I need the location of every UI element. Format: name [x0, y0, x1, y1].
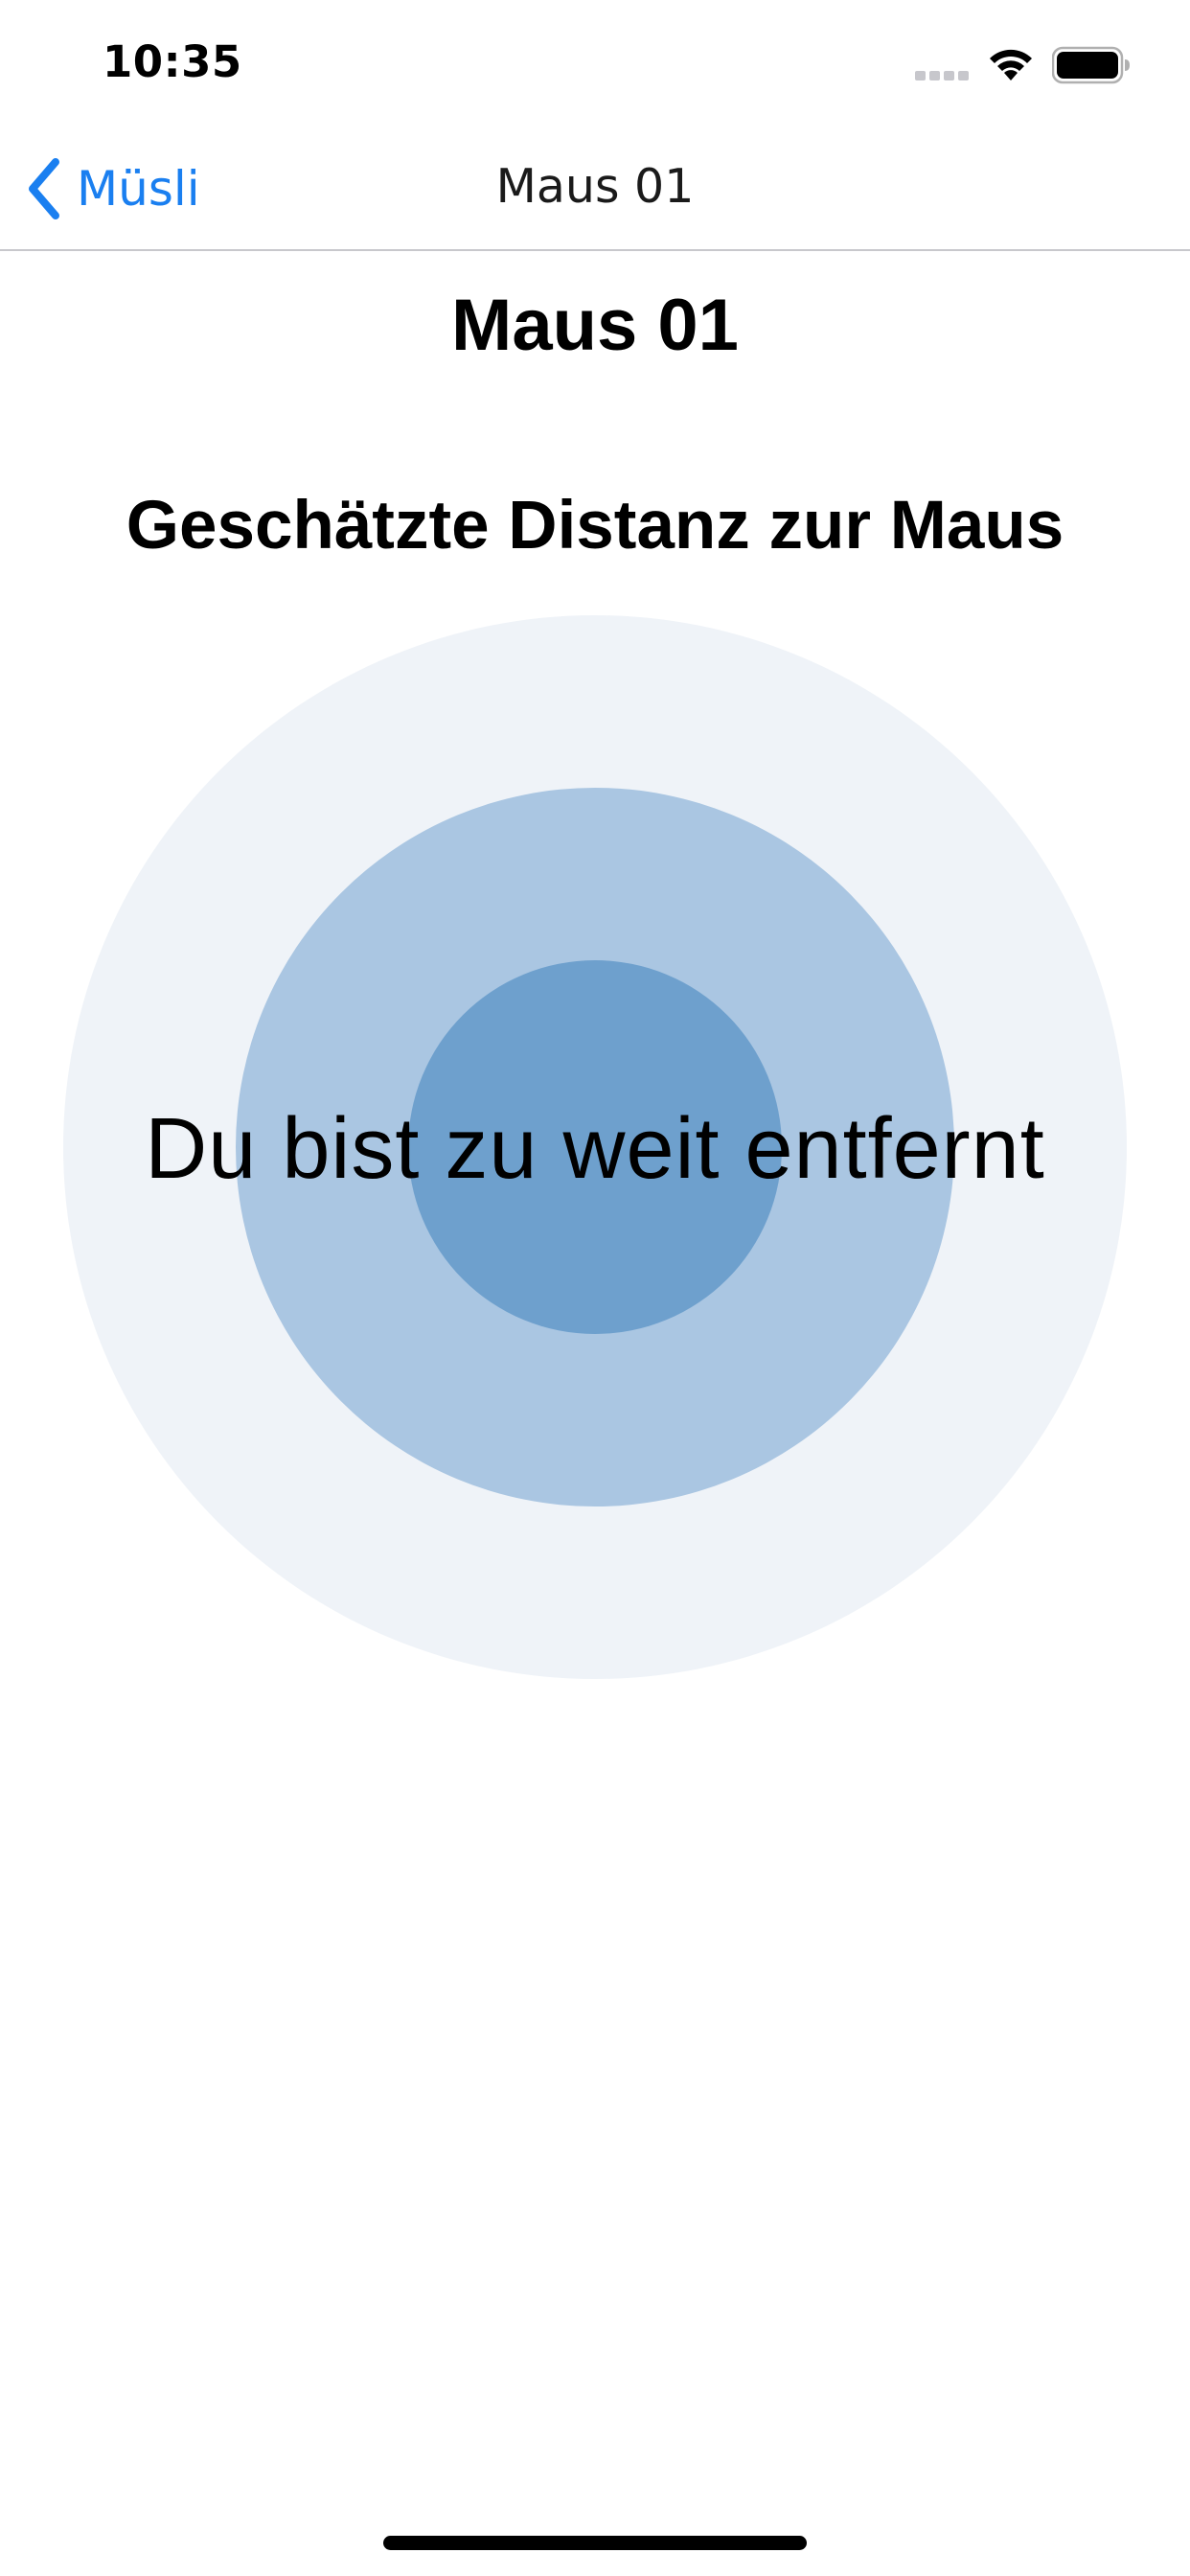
navigation-bar: Müsli Maus 01 — [0, 126, 1190, 251]
distance-heading: Geschätzte Distanz zur Maus — [126, 488, 1064, 564]
nav-title: Maus 01 — [495, 159, 695, 214]
distance-message: Du bist zu weit entfernt — [145, 1101, 1045, 1197]
signal-icon — [915, 71, 969, 80]
page-title: Maus 01 — [451, 285, 739, 366]
battery-icon — [1052, 46, 1130, 84]
status-time: 10:35 — [103, 36, 242, 87]
status-bar: 10:35 — [0, 0, 1190, 126]
home-indicator[interactable] — [383, 2536, 807, 2550]
wifi-icon — [990, 49, 1032, 80]
